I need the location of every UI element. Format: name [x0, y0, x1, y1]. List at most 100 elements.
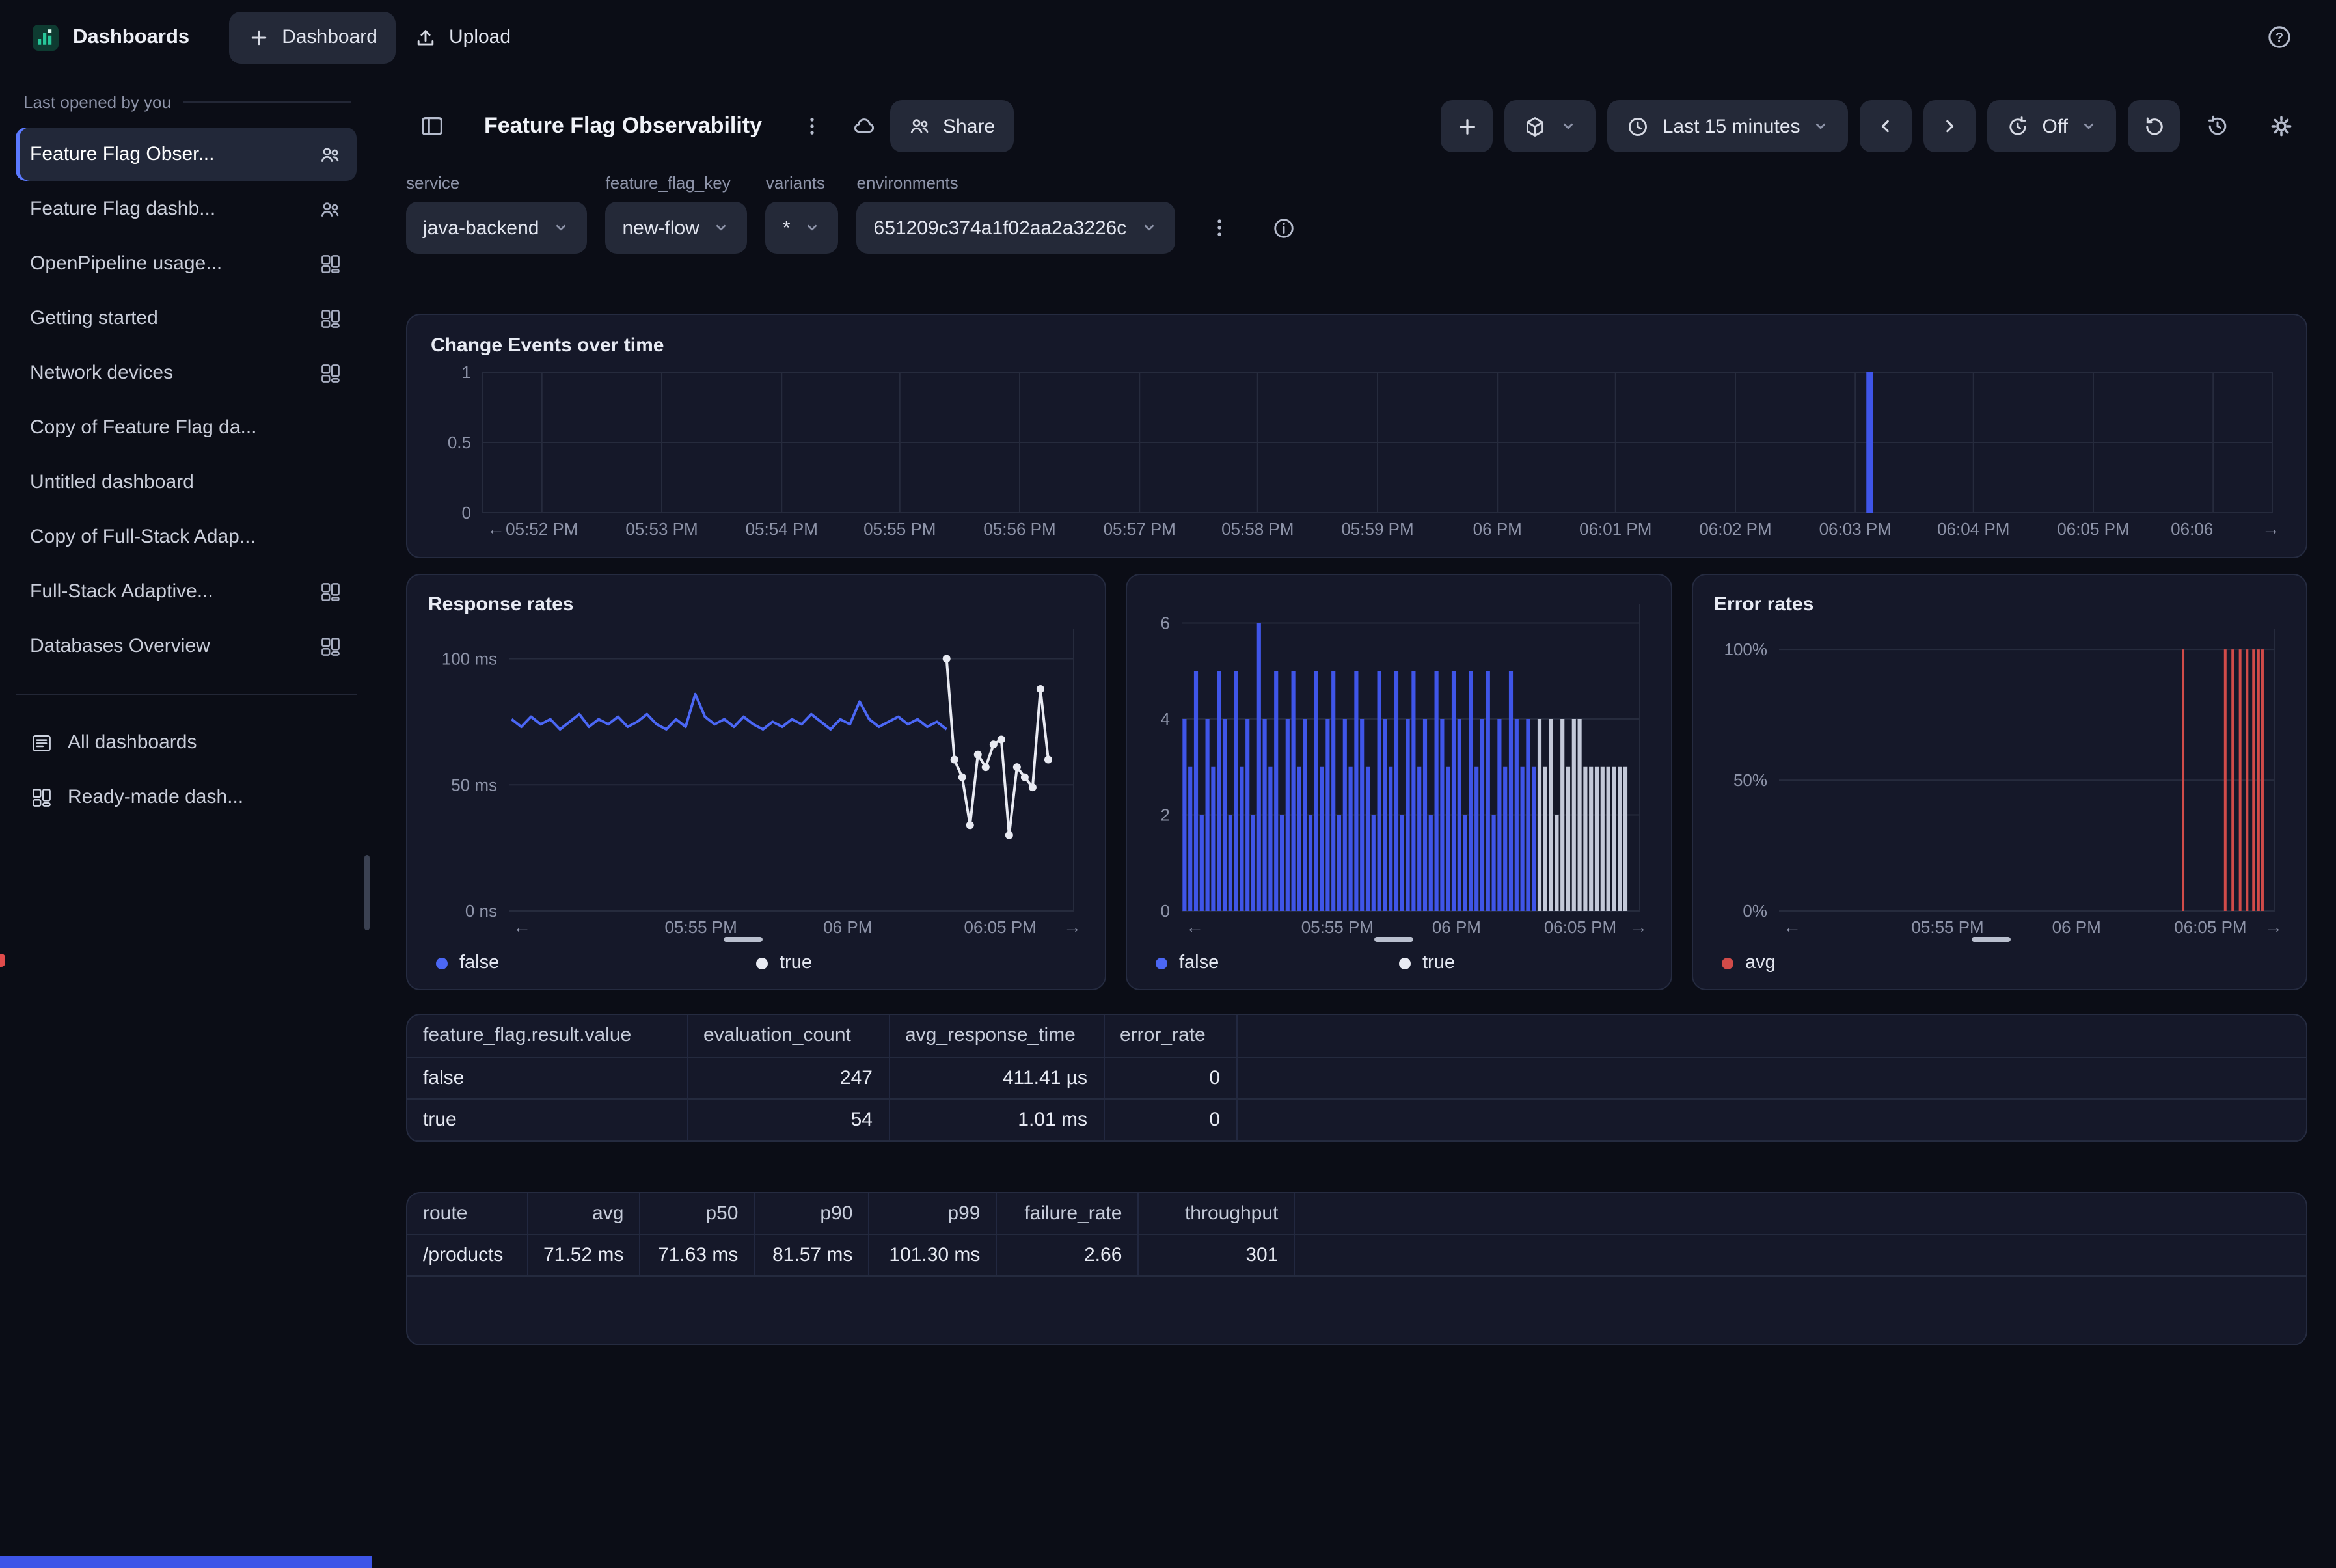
svg-text:05:58 PM: 05:58 PM: [1221, 519, 1294, 539]
settings-button[interactable]: [2255, 100, 2307, 152]
pan-right-arrow[interactable]: →: [2264, 917, 2283, 937]
sidebar-horizontal-scrollbar[interactable]: [0, 1556, 372, 1568]
filter-value: 651209c374a1f02aa2a3226c: [874, 217, 1127, 239]
new-dashboard-button[interactable]: Dashboard: [228, 11, 396, 63]
help-button[interactable]: ?: [2253, 11, 2305, 63]
refresh-icon: [2141, 114, 2166, 139]
dashboard-grid-icon: [30, 785, 53, 809]
time-range-button[interactable]: Last 15 minutes: [1608, 100, 1849, 152]
svg-text:0%: 0%: [1743, 901, 1767, 921]
change-events-panel: Change Events over time 10.5005:52 PM05:…: [406, 314, 2307, 558]
pan-left-arrow[interactable]: ←: [1783, 917, 1801, 937]
legend-item[interactable]: false: [1156, 953, 1399, 973]
pan-left-arrow[interactable]: ←: [1186, 917, 1204, 937]
auto-refresh-label: Off: [2043, 115, 2068, 137]
legend-swatch: [436, 957, 448, 969]
sidebar-item[interactable]: Getting started: [16, 291, 357, 345]
more-menu-button[interactable]: [785, 100, 837, 152]
divider: [16, 694, 357, 695]
column-header: route: [407, 1193, 527, 1234]
pan-left-arrow[interactable]: ←: [487, 519, 505, 539]
column-header: p99: [869, 1193, 996, 1234]
view-mode-button[interactable]: [1505, 100, 1596, 152]
sidebar-scrollbar[interactable]: [364, 855, 370, 930]
add-panel-button[interactable]: [1441, 100, 1493, 152]
response-rates-panel: Response rates 100 ms50 ms0 ns05:55 PM06…: [406, 574, 1106, 990]
pan-right-arrow[interactable]: →: [1063, 917, 1081, 937]
legend-item[interactable]: false: [436, 953, 756, 973]
column-header: [1236, 1015, 2306, 1057]
upload-button[interactable]: Upload: [396, 11, 529, 63]
sidebar-item[interactable]: Databases Overview: [16, 619, 357, 673]
svg-text:05:55 PM: 05:55 PM: [1301, 917, 1374, 937]
time-forward-button[interactable]: [1924, 100, 1976, 152]
environments-select[interactable]: 651209c374a1f02aa2a3226c: [857, 202, 1175, 254]
svg-text:05:57 PM: 05:57 PM: [1104, 519, 1176, 539]
sidebar-item[interactable]: Untitled dashboard: [16, 455, 357, 509]
sidebar-item-label: Databases Overview: [30, 635, 210, 657]
sidebar-item[interactable]: Copy of Feature Flag da...: [16, 401, 357, 454]
cell: 247: [687, 1057, 889, 1098]
svg-text:05:55 PM: 05:55 PM: [863, 519, 936, 539]
cell: 81.57 ms: [754, 1234, 869, 1276]
filter-info-button[interactable]: [1258, 202, 1310, 254]
sidebar-item[interactable]: Network devices: [16, 346, 357, 399]
share-button[interactable]: Share: [890, 100, 1013, 152]
sidebar-item[interactable]: Feature Flag Obser...: [16, 128, 357, 181]
error-rates-chart[interactable]: 100%50%0%05:55 PM06 PM06:05 PM←→: [1714, 621, 2285, 942]
sidebar-item-label: OpenPipeline usage...: [30, 252, 222, 275]
pan-left-arrow[interactable]: ←: [513, 917, 531, 937]
sidebar-item[interactable]: Full-Stack Adaptive...: [16, 565, 357, 618]
error-rates-panel: Error rates 100%50%0%05:55 PM06 PM06:05 …: [1692, 574, 2307, 990]
pan-right-arrow[interactable]: →: [1629, 917, 1648, 937]
people-icon: [908, 115, 931, 138]
table-row: /products 71.52 ms 71.63 ms 81.57 ms 101…: [407, 1234, 2306, 1276]
variants-select[interactable]: *: [766, 202, 839, 254]
collapse-sidebar-button[interactable]: [406, 100, 458, 152]
filter-more-button[interactable]: [1193, 202, 1245, 254]
app-root: Dashboards Dashboard Upload ? Last opene…: [0, 0, 2336, 1568]
sidebar-item[interactable]: Copy of Full-Stack Adap...: [16, 510, 357, 563]
pan-right-arrow[interactable]: →: [2262, 519, 2280, 539]
plus-icon: [247, 25, 270, 49]
refresh-button[interactable]: [2128, 100, 2180, 152]
legend-item[interactable]: avg: [1722, 953, 2000, 973]
response-rates-chart[interactable]: 100 ms50 ms0 ns05:55 PM06 PM06:05 PM←→: [428, 621, 1084, 942]
svg-text:06 PM: 06 PM: [2052, 917, 2101, 937]
filter-label: service: [406, 173, 587, 193]
panel-left-icon: [419, 113, 445, 139]
feature-flag-key-filter: feature_flag_key new-flow: [605, 173, 747, 254]
sidebar-item-ready-made[interactable]: Ready-made dash...: [16, 770, 357, 824]
service-select[interactable]: java-backend: [406, 202, 587, 254]
legend-item[interactable]: true: [1399, 953, 1642, 973]
chart-time-scrollbar[interactable]: [724, 937, 763, 942]
clock-icon: [1626, 114, 1651, 139]
chart-time-scrollbar[interactable]: [1971, 937, 2010, 942]
sidebar-item-all-dashboards[interactable]: All dashboards: [16, 716, 357, 769]
kebab-icon: [1207, 216, 1230, 239]
list-icon: [30, 731, 53, 754]
sidebar-item-label: Copy of Full-Stack Adap...: [30, 526, 256, 548]
sidebar-item[interactable]: Feature Flag dashb...: [16, 182, 357, 236]
svg-text:100 ms: 100 ms: [442, 649, 497, 669]
auto-refresh-button[interactable]: Off: [1988, 100, 2116, 152]
sidebar-item-label: Feature Flag dashb...: [30, 198, 215, 220]
svg-text:0 ns: 0 ns: [465, 901, 497, 921]
sidebar-item-label: Full-Stack Adaptive...: [30, 580, 213, 602]
evaluations-chart[interactable]: 642005:55 PM06 PM06:05 PM←→: [1148, 596, 1650, 942]
change-events-chart[interactable]: 10.5005:52 PM05:53 PM05:54 PM05:55 PM05:…: [431, 364, 2283, 544]
legend-item[interactable]: true: [756, 953, 1076, 973]
svg-text:6: 6: [1161, 614, 1170, 633]
svg-text:4: 4: [1161, 709, 1170, 729]
cell: false: [407, 1057, 687, 1098]
chart-time-scrollbar[interactable]: [1374, 937, 1413, 942]
time-back-button[interactable]: [1860, 100, 1912, 152]
chevron-down-icon: [713, 219, 731, 237]
sidebar-item[interactable]: OpenPipeline usage...: [16, 237, 357, 290]
history-button[interactable]: [2192, 100, 2244, 152]
people-icon: [319, 197, 342, 221]
legend-label: true: [780, 953, 812, 973]
feature-flag-key-select[interactable]: new-flow: [605, 202, 747, 254]
sidebar-item-label: All dashboards: [68, 731, 197, 753]
brand[interactable]: Dashboards: [31, 23, 189, 51]
